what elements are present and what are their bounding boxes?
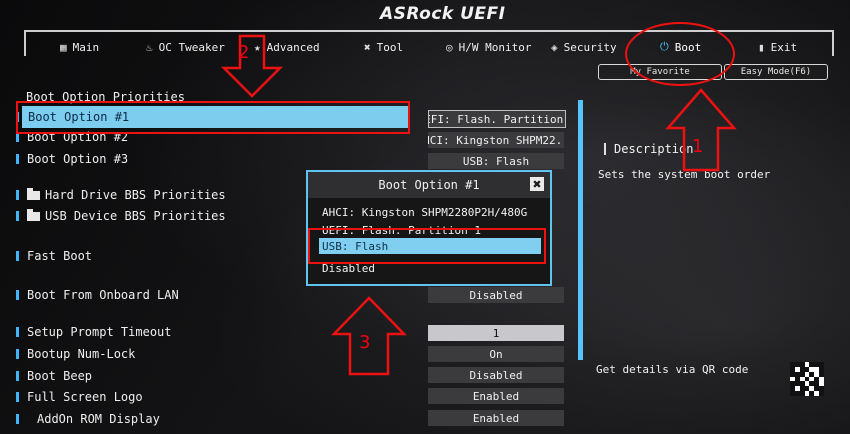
tab-main-label: Main	[72, 40, 100, 54]
tab-exit[interactable]: ▮ Exit	[758, 38, 797, 56]
setup-prompt-timeout-row[interactable]: Setup Prompt Timeout	[16, 323, 172, 341]
boot-beep-value[interactable]: Disabled	[428, 367, 564, 383]
tab-hw-monitor-label: H/W Monitor	[458, 40, 532, 54]
row-marker	[16, 190, 19, 200]
bootup-numlock-row[interactable]: Bootup Num-Lock	[16, 345, 135, 363]
hard-drive-bbs-label: Hard Drive BBS Priorities	[45, 188, 226, 202]
tab-exit-label: Exit	[770, 40, 798, 54]
tab-tool[interactable]: ✖ Tool	[364, 38, 403, 56]
boot-from-lan-value[interactable]: Disabled	[428, 287, 564, 303]
addon-rom-display-value[interactable]: Enabled	[428, 410, 564, 426]
row-marker	[16, 290, 19, 300]
asrock-uefi-logo: ASRock UEFI	[380, 4, 506, 24]
popup-title-text: Boot Option #1	[378, 178, 480, 192]
full-screen-logo-label: Full Screen Logo	[27, 390, 143, 404]
easy-mode-button[interactable]: Easy Mode(F6)	[724, 64, 828, 80]
row-marker	[16, 349, 19, 359]
usb-device-bbs-row[interactable]: USB Device BBS Priorities	[16, 207, 226, 225]
setup-prompt-timeout-value[interactable]: 1	[428, 325, 564, 341]
description-marker	[604, 143, 606, 155]
annotation-number-2: 2	[238, 42, 250, 63]
tab-security[interactable]: ◈ Security	[551, 38, 617, 56]
shield-icon: ◈	[551, 40, 558, 54]
row-marker	[16, 154, 19, 164]
boot-beep-label: Boot Beep	[27, 369, 93, 383]
popup-title: Boot Option #1	[308, 172, 550, 198]
fast-boot-row[interactable]: Fast Boot	[16, 247, 92, 265]
folder-icon	[27, 208, 40, 221]
boot-option-1-value[interactable]: UEFI: Flash. Partition 1	[428, 110, 566, 128]
tab-main[interactable]: ▦ Main	[60, 38, 99, 56]
qr-code-icon	[790, 362, 824, 396]
row-marker	[16, 414, 19, 424]
tab-oc-tweaker[interactable]: ♨ OC Tweaker	[146, 38, 225, 56]
tools-icon: ✖	[364, 40, 371, 54]
row-marker	[16, 251, 19, 261]
row-marker	[16, 392, 19, 402]
annotation-box-boot-option-1	[16, 101, 410, 134]
row-marker	[16, 211, 19, 221]
usb-device-bbs-label: USB Device BBS Priorities	[45, 209, 226, 223]
boot-from-lan-label: Boot From Onboard LAN	[27, 288, 179, 302]
tab-tool-label: Tool	[376, 40, 404, 54]
folder-icon	[27, 187, 40, 200]
annotation-box-usb-flash	[308, 228, 546, 264]
tab-hw-monitor[interactable]: ◎ H/W Monitor	[446, 38, 531, 56]
tab-security-label: Security	[563, 40, 617, 54]
fast-boot-label: Fast Boot	[27, 249, 93, 263]
door-icon: ▮	[758, 40, 765, 54]
setup-prompt-timeout-label: Setup Prompt Timeout	[27, 325, 172, 339]
row-marker	[16, 327, 19, 337]
annotation-arrow-up-icon	[665, 88, 737, 172]
boot-beep-row[interactable]: Boot Beep	[16, 367, 92, 385]
bootup-numlock-value[interactable]: On	[428, 346, 564, 362]
annotation-arrow-down-icon	[220, 34, 284, 98]
boot-option-3-label: Boot Option #3	[27, 152, 129, 166]
boot-option-3-value[interactable]: USB: Flash	[428, 153, 564, 169]
annotation-number-3: 3	[359, 332, 371, 353]
qr-caption: Get details via QR code	[596, 363, 749, 376]
grid-icon: ▦	[60, 40, 67, 54]
hard-drive-bbs-row[interactable]: Hard Drive BBS Priorities	[16, 186, 226, 204]
popup-option-ahci[interactable]: AHCI: Kingston SHPM2280P2H/480G	[322, 204, 527, 220]
full-screen-logo-row[interactable]: Full Screen Logo	[16, 388, 143, 406]
bootup-numlock-label: Bootup Num-Lock	[27, 347, 136, 361]
boot-option-2-value[interactable]: AHCI: Kingston SHPM22...	[428, 132, 564, 148]
addon-rom-display-row[interactable]: AddOn ROM Display	[16, 410, 160, 428]
scrollbar[interactable]	[578, 100, 583, 360]
flame-icon: ♨	[146, 40, 153, 54]
close-icon[interactable]: ✖	[530, 177, 544, 191]
boot-option-3-row[interactable]: Boot Option #3	[16, 150, 128, 168]
addon-rom-display-label: AddOn ROM Display	[37, 412, 160, 426]
boot-from-lan-row[interactable]: Boot From Onboard LAN	[16, 286, 179, 304]
annotation-number-1: 1	[692, 136, 704, 157]
full-screen-logo-value[interactable]: Enabled	[428, 388, 564, 404]
monitor-icon: ◎	[446, 40, 453, 54]
row-marker	[16, 371, 19, 381]
annotation-oval-boot-tab	[625, 22, 735, 86]
tab-oc-tweaker-label: OC Tweaker	[158, 40, 225, 54]
